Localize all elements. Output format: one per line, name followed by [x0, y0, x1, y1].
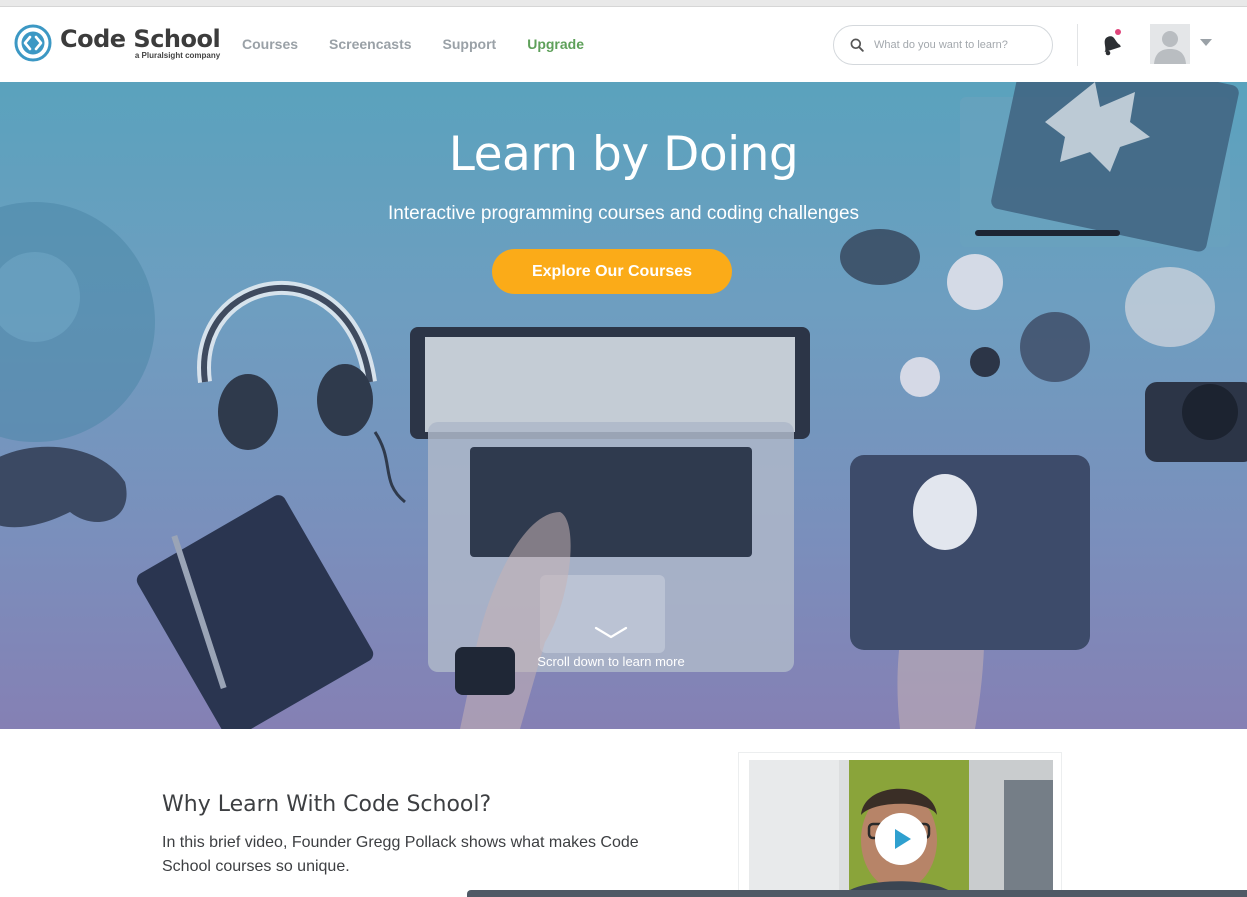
- notification-badge: [1115, 29, 1121, 35]
- search-input[interactable]: [874, 39, 1044, 51]
- avatar-silhouette-icon: [1154, 31, 1186, 64]
- bottom-overlay-bar: [467, 890, 1247, 897]
- user-avatar-icon[interactable]: [1150, 24, 1190, 64]
- nav-courses[interactable]: Courses: [242, 36, 298, 52]
- nav-screencasts[interactable]: Screencasts: [329, 36, 412, 52]
- explore-courses-button[interactable]: Explore Our Courses: [492, 249, 732, 294]
- why-section-body: In this brief video, Founder Gregg Polla…: [162, 834, 639, 875]
- nav-support[interactable]: Support: [443, 36, 497, 52]
- scroll-hint[interactable]: Scroll down to learn more: [0, 654, 1222, 669]
- hero-subtitle: Interactive programming courses and codi…: [387, 203, 860, 224]
- intro-video-card[interactable]: [738, 752, 1062, 897]
- brand-name: Code School: [60, 25, 221, 53]
- why-section-title: Why Learn With Code School?: [162, 792, 492, 817]
- video-thumbnail[interactable]: [749, 760, 1053, 897]
- chevron-down-icon[interactable]: [594, 625, 628, 641]
- search-box[interactable]: [833, 25, 1053, 65]
- hero-title: Learn by Doing: [448, 127, 799, 182]
- header-divider: [1077, 24, 1078, 66]
- code-school-logo[interactable]: Code School a Pluralsight company: [14, 24, 221, 62]
- main-nav: Courses Screencasts Support Upgrade: [242, 36, 615, 52]
- code-school-logo-icon: [14, 24, 52, 62]
- site-header: Code School a Pluralsight company Course…: [0, 7, 1247, 82]
- caret-down-icon[interactable]: [1200, 39, 1212, 46]
- play-icon: [895, 829, 911, 849]
- hero-section: Learn by Doing Interactive programming c…: [0, 82, 1247, 729]
- play-button[interactable]: [875, 813, 927, 865]
- search-icon: [850, 38, 864, 52]
- nav-upgrade[interactable]: Upgrade: [527, 36, 584, 52]
- browser-top-strip: [0, 0, 1247, 7]
